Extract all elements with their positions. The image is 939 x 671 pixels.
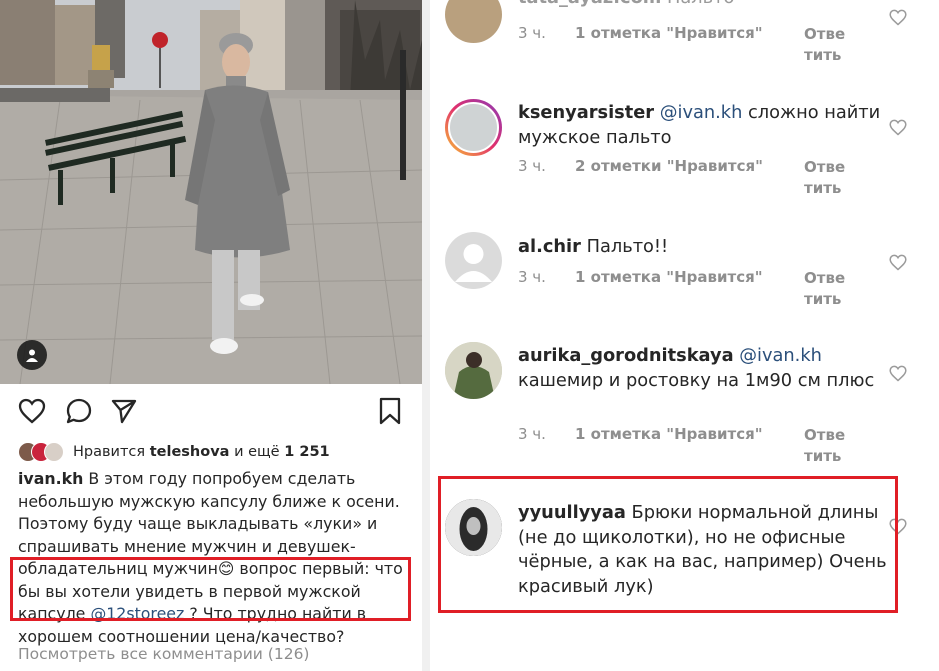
heart-icon[interactable]: [889, 365, 907, 382]
comment-text: al.chir Пальто!!: [518, 235, 898, 260]
post-actions: [0, 394, 422, 430]
heart-icon[interactable]: [889, 119, 907, 136]
default-avatar-icon: [445, 232, 502, 289]
highlight-box: [10, 557, 411, 621]
likes-middle: и ещё: [234, 444, 280, 460]
heart-icon[interactable]: [15, 394, 49, 428]
view-all-comments-link[interactable]: Посмотреть все комментарии (126): [18, 645, 309, 663]
comment-username[interactable]: tata_ayaz.com: [518, 0, 661, 8]
highlight-box: [438, 476, 898, 613]
likes-row[interactable]: Нравится teleshova и ещё 1 251: [18, 441, 330, 463]
comment-username[interactable]: aurika_gorodnitskaya: [518, 345, 734, 366]
comment-text: aurika_gorodnitskaya @ivan.kh кашемир и …: [518, 344, 898, 393]
avatar[interactable]: [445, 0, 502, 43]
avatar[interactable]: [445, 342, 502, 399]
reply-button[interactable]: Ответить: [804, 157, 850, 199]
comment-body: кашемир и ростовку на 1м90 см плюс: [518, 369, 875, 391]
comment-likes[interactable]: 1 отметка "Нравится": [575, 24, 763, 42]
post-photo[interactable]: [0, 0, 422, 384]
comment-mention[interactable]: @ivan.kh: [739, 345, 822, 366]
comment-time: 3 ч.: [518, 24, 546, 42]
comment-likes[interactable]: 1 отметка "Нравится": [575, 425, 763, 443]
likes-text: Нравится teleshova и ещё 1 251: [73, 444, 330, 460]
comment-time: 3 ч.: [518, 268, 546, 286]
avatar[interactable]: [445, 232, 502, 289]
comment-username[interactable]: ksenyarsister: [518, 102, 654, 123]
comment-time: 3 ч.: [518, 157, 546, 175]
avatar[interactable]: [445, 99, 502, 156]
comment-username[interactable]: al.chir: [518, 236, 581, 257]
comment-time: 3 ч.: [518, 425, 546, 443]
comment-text: tata_ayaz.com Пальто: [518, 0, 898, 11]
heart-icon[interactable]: [889, 254, 907, 271]
comment-likes[interactable]: 2 отметки "Нравится": [575, 157, 763, 175]
street-photo: [0, 0, 422, 384]
reply-button[interactable]: Ответить: [804, 24, 850, 66]
likes-count[interactable]: 1 251: [284, 444, 329, 460]
user-tag-icon[interactable]: [17, 340, 47, 370]
liker-avatar: [44, 442, 64, 462]
reply-button[interactable]: Ответить: [804, 268, 850, 310]
avatar-photo: [445, 342, 502, 399]
comment-likes[interactable]: 1 отметка "Нравится": [575, 268, 763, 286]
likes-user[interactable]: teleshova: [150, 444, 230, 460]
post-panel: Нравится teleshova и ещё 1 251 ivan.kh В…: [0, 0, 422, 671]
comment-text: ksenyarsister @ivan.kh сложно найти мужс…: [518, 101, 898, 150]
share-icon[interactable]: [107, 394, 141, 428]
comments-panel: tata_ayaz.com Пальто 3 ч. 1 отметка "Нра…: [430, 0, 939, 671]
comment-body: Пальто!!: [586, 236, 669, 257]
reply-button[interactable]: Ответить: [804, 425, 850, 467]
heart-icon[interactable]: [889, 9, 907, 26]
panel-divider: [422, 0, 430, 671]
comment-body: Пальто: [667, 0, 734, 8]
comment-icon[interactable]: [62, 394, 96, 428]
likes-prefix: Нравится: [73, 444, 146, 460]
bookmark-icon[interactable]: [373, 394, 407, 428]
caption-username[interactable]: ivan.kh: [18, 469, 83, 488]
comment-mention[interactable]: @ivan.kh: [660, 102, 743, 123]
